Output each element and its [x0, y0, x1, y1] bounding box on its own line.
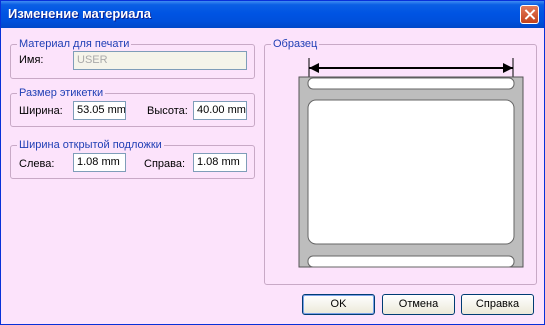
name-field[interactable]: USER — [73, 51, 247, 70]
left-label: Слева: — [19, 158, 55, 170]
print-material-legend: Материал для печати — [19, 38, 130, 50]
cancel-button[interactable]: Отмена — [382, 294, 455, 315]
left-field[interactable]: 1.08 mm — [73, 153, 126, 172]
label-size-legend: Размер этикетки — [19, 87, 104, 99]
window-title: Изменение материала — [8, 6, 152, 21]
preview-legend: Образец — [273, 38, 318, 50]
label-preview — [298, 58, 524, 268]
width-field[interactable]: 53.05 mm — [73, 101, 126, 120]
right-field[interactable]: 1.08 mm — [193, 153, 247, 172]
close-icon[interactable] — [520, 5, 539, 24]
height-field[interactable]: 40.00 mm — [193, 101, 247, 120]
name-label: Имя: — [19, 54, 44, 66]
help-button[interactable]: Справка — [461, 294, 534, 315]
right-label: Справа: — [144, 158, 186, 170]
dialog-window: Изменение материала Материал для печати … — [0, 0, 545, 325]
width-label: Ширина: — [19, 105, 63, 117]
height-label: Высота: — [147, 105, 188, 117]
title-bar[interactable]: Изменение материала — [1, 1, 544, 28]
liner-width-legend: Ширина открытой подложки — [19, 139, 162, 151]
ok-button[interactable]: OK — [302, 294, 375, 315]
